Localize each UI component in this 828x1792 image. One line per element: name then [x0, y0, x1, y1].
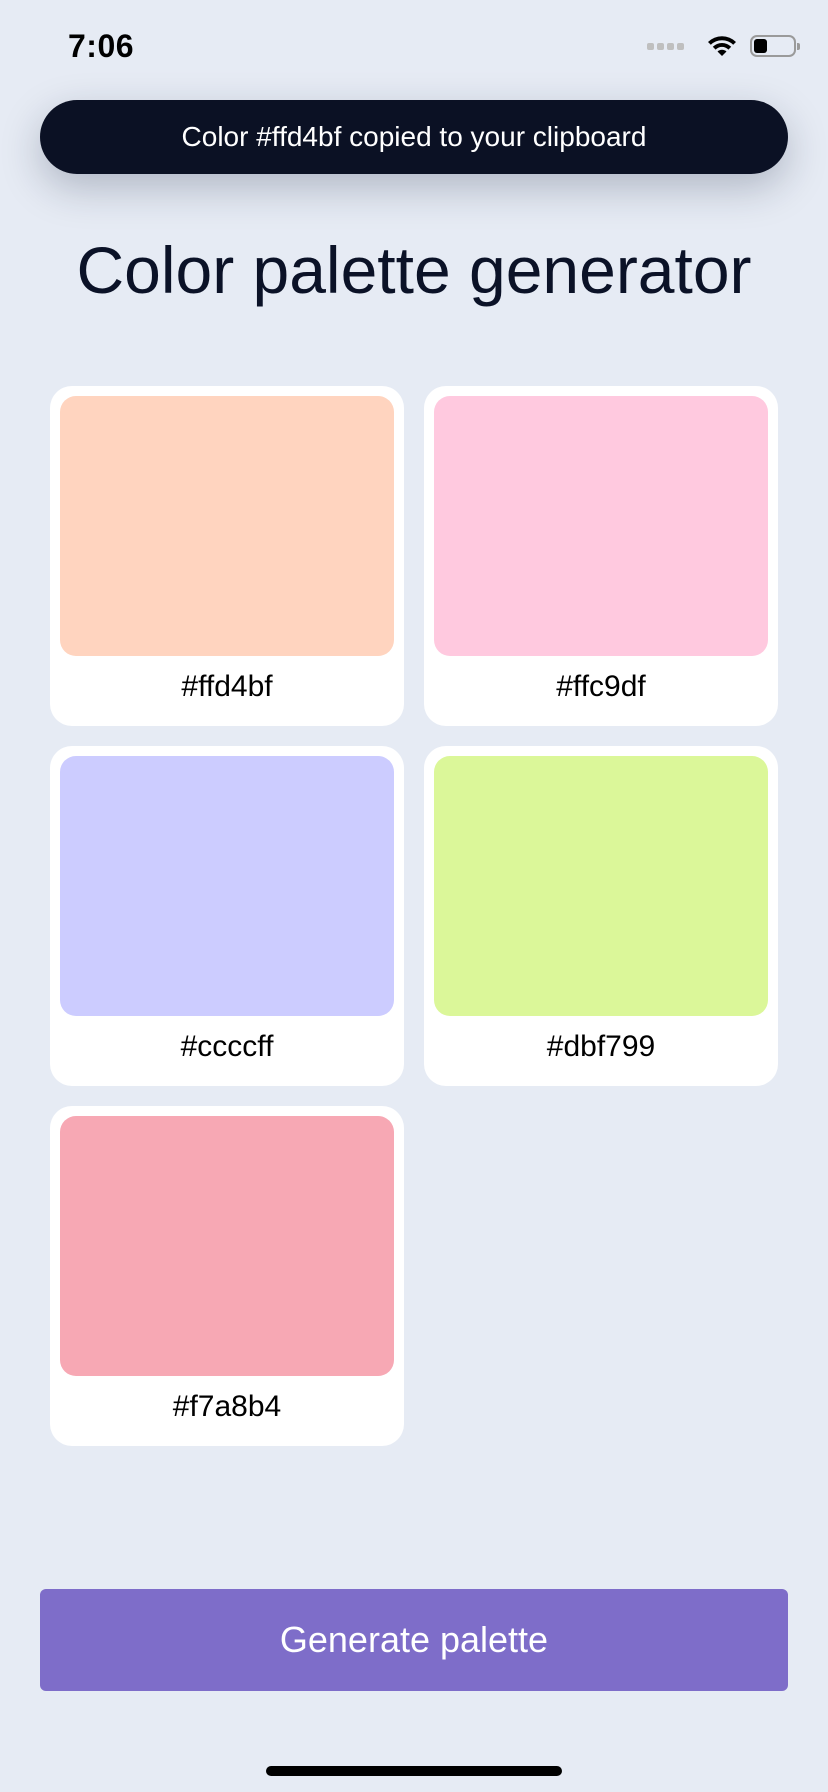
swatch-hex-label: #ffd4bf — [181, 670, 273, 703]
page-title: Color palette generator — [76, 233, 752, 307]
swatch-color — [60, 756, 394, 1016]
signal-dots-icon — [647, 42, 684, 50]
status-time: 7:06 — [68, 28, 135, 64]
swatch-hex-label: #ffc9df — [556, 670, 646, 703]
battery-icon — [750, 35, 800, 57]
swatch-card[interactable]: #f7a8b4 — [50, 1106, 404, 1446]
swatch-color — [60, 1116, 394, 1376]
swatch-color — [434, 396, 768, 656]
toast-message: Color #ffd4bf copied to your clipboard — [181, 121, 647, 152]
swatch-hex-label: #ccccff — [180, 1030, 274, 1063]
swatch-color — [60, 396, 394, 656]
battery-level — [754, 39, 767, 53]
copied-toast: Color #ffd4bf copied to your clipboard — [40, 100, 788, 174]
home-indicator[interactable] — [266, 1766, 562, 1776]
swatch-color — [434, 756, 768, 1016]
status-icons — [647, 34, 800, 58]
swatch-hex-label: #dbf799 — [546, 1030, 656, 1063]
wifi-icon — [708, 36, 736, 56]
generate-palette-button[interactable]: Generate palette — [40, 1589, 788, 1691]
swatch-hex-label: #f7a8b4 — [172, 1390, 282, 1423]
swatch-card[interactable]: #dbf799 — [424, 746, 778, 1086]
palette-grid: #ffd4bf #ffc9df #ccccff #dbf799 #f7a8b4 — [50, 386, 778, 1446]
swatch-card[interactable]: #ccccff — [50, 746, 404, 1086]
swatch-card[interactable]: #ffc9df — [424, 386, 778, 726]
swatch-card[interactable]: #ffd4bf — [50, 386, 404, 726]
